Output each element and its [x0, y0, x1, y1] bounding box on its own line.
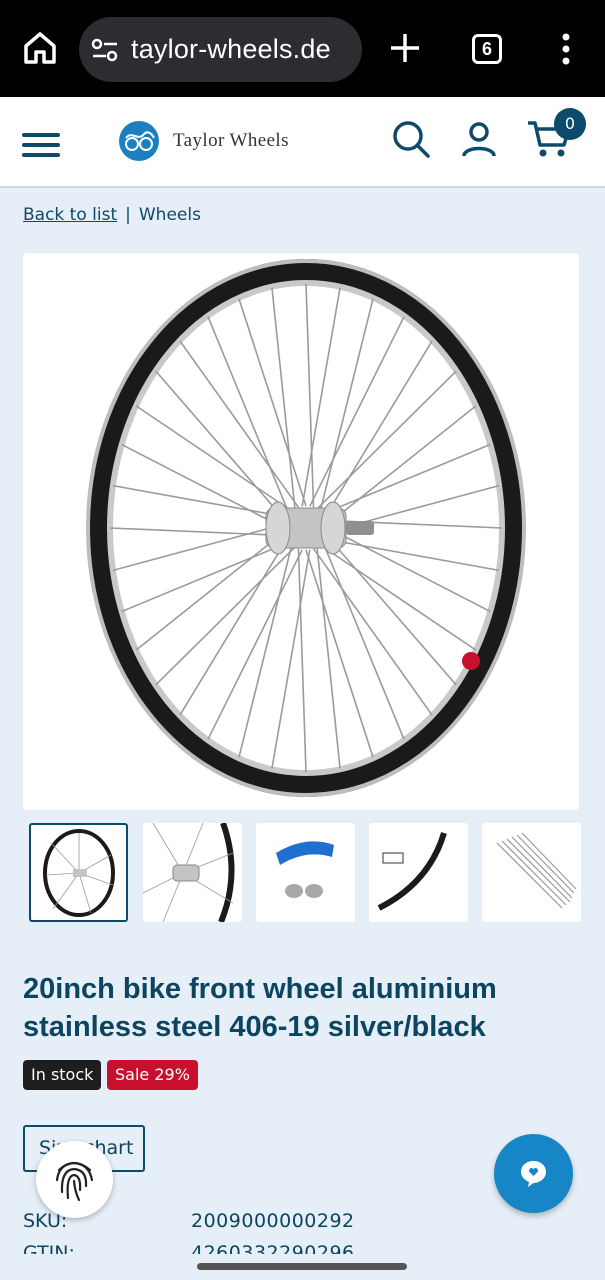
hub-thumbnail-icon	[143, 823, 235, 922]
rim-tape-thumbnail-icon	[276, 841, 334, 898]
wheel-image	[86, 259, 526, 797]
product-title: 20inch bike front wheel aluminium stainl…	[23, 973, 497, 1043]
rim-profile-thumbnail-icon	[377, 832, 447, 911]
thumbnail-wheel-front[interactable]	[29, 823, 128, 922]
gesture-navigation-bar	[197, 1263, 407, 1270]
thumbnail-hub-closeup[interactable]	[143, 823, 242, 922]
sku-value: 2009000000292	[191, 1210, 355, 1232]
wheel-spoke	[319, 544, 477, 651]
chat-heart-icon	[521, 1161, 546, 1187]
breadcrumb-separator: |	[125, 205, 131, 225]
wheel-spoke	[135, 405, 293, 512]
stock-status-badge: In stock	[23, 1060, 102, 1090]
wheel-thumbnail-icon	[43, 829, 115, 917]
wheel-spoke	[135, 531, 285, 651]
thumbnail-rim-tape-and-nuts[interactable]	[256, 823, 355, 922]
wheel-spoke	[326, 534, 457, 686]
account-icon[interactable]	[460, 120, 498, 158]
url-text[interactable]: taylor-wheels.de	[131, 34, 331, 65]
breadcrumb-category[interactable]: Wheels	[139, 205, 201, 225]
site-settings-icon[interactable]	[91, 36, 119, 64]
new-tab-icon[interactable]	[388, 31, 422, 65]
more-options-icon[interactable]	[555, 33, 577, 65]
fingerprint-icon	[55, 1161, 94, 1202]
wheel-spoke	[121, 443, 285, 529]
hamburger-menu-icon[interactable]	[22, 133, 60, 157]
site-header: Taylor Wheels	[0, 97, 605, 188]
wheel-spoke	[327, 527, 491, 613]
chat-button[interactable]	[494, 1134, 573, 1213]
address-bar[interactable]: taylor-wheels.de	[79, 17, 362, 82]
breadcrumb: Back to list | Wheels	[23, 205, 201, 225]
search-icon[interactable]	[392, 120, 430, 158]
wheel-spoke	[155, 370, 286, 522]
thumbnail-rim-profile[interactable]	[369, 823, 468, 922]
thumbnail-spokes[interactable]	[482, 823, 581, 922]
fingerprint-button[interactable]	[36, 1141, 113, 1218]
sale-badge: Sale 29%	[107, 1060, 198, 1090]
tab-switcher-button[interactable]: 6	[472, 34, 502, 64]
home-icon[interactable]	[22, 30, 58, 66]
brand-name[interactable]: Taylor Wheels	[173, 130, 289, 152]
brand-logo-icon[interactable]	[118, 120, 160, 162]
spokes-thumbnail-icon	[496, 832, 577, 909]
cart-count-badge: 0	[554, 108, 586, 140]
product-main-image[interactable]	[23, 253, 579, 810]
wheel-spoke	[327, 405, 477, 525]
browser-toolbar: taylor-wheels.de 6	[0, 0, 605, 97]
back-to-list-link[interactable]: Back to list	[23, 205, 117, 225]
